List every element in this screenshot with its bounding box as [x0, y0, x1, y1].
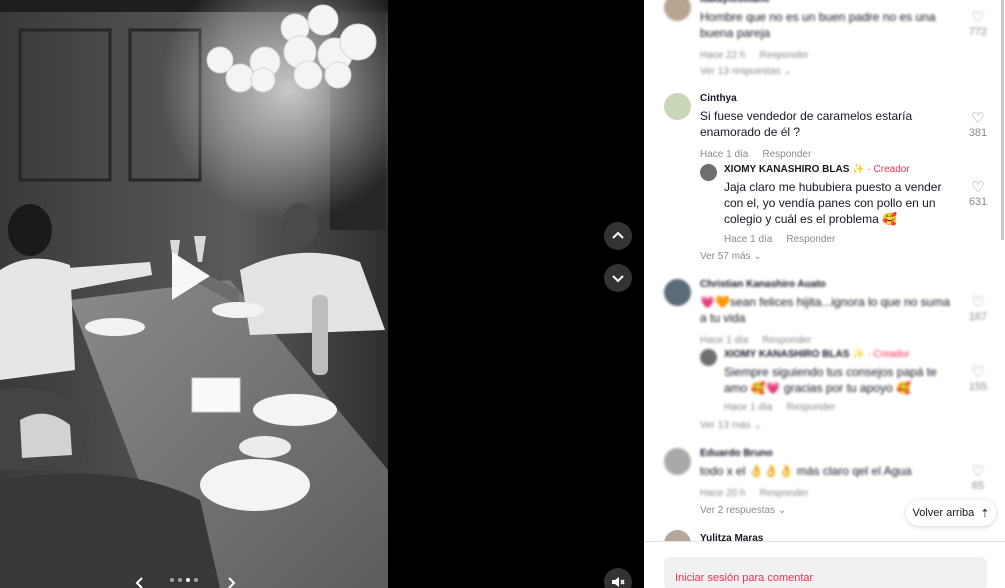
comment-text: todo x el 👌👌👌 más claro qel el Agua	[700, 464, 912, 478]
post-photo[interactable]	[0, 0, 388, 588]
like-count: 381	[968, 127, 988, 139]
scrollbar-thumb[interactable]	[1001, 0, 1004, 240]
mute-icon	[612, 577, 625, 587]
carousel-dot-active[interactable]	[186, 578, 190, 582]
chevron-left-icon[interactable]	[127, 571, 153, 588]
reply-button[interactable]: Responder	[760, 50, 809, 62]
like-button[interactable]: ♡ 155	[966, 364, 990, 394]
back-to-top-button[interactable]: Volver arriba ⇡	[906, 500, 996, 526]
previous-video-button[interactable]	[604, 222, 632, 250]
like-count: 631	[968, 196, 988, 208]
like-count: 167	[968, 311, 988, 323]
comment-time: Hace 20 h	[700, 488, 746, 499]
heart-icon: ♡	[971, 9, 985, 26]
view-replies-label: Ver 13 respuestas	[700, 66, 781, 77]
login-prompt-label: Iniciar sesión para comentar	[675, 572, 814, 584]
view-replies-label: Ver 2 respuestas	[700, 505, 776, 516]
avatar[interactable]	[664, 448, 691, 475]
comment-item: Cinthya Si fuese vendedor de caramelos e…	[664, 93, 994, 161]
chevron-down-icon: ⌄	[783, 66, 792, 77]
sparkle-icon: ✨	[852, 164, 865, 175]
comment-username[interactable]: Christian Kanashiro Auato	[700, 279, 956, 291]
comments-scrollbar[interactable]	[1000, 0, 1005, 588]
creator-name: XIOMY KANASHIRO BLAS	[724, 349, 850, 360]
reply-button[interactable]: Responder	[762, 149, 811, 161]
chevron-up-icon	[612, 231, 624, 239]
media-viewer	[0, 0, 644, 588]
creator-badge: · Creador	[867, 164, 910, 175]
comment-item: Eduardo Bruno todo x el 👌👌👌 más claro qe…	[664, 448, 994, 502]
arrow-up-icon: ⇡	[980, 507, 990, 520]
comment-time: Hace 1 día	[700, 149, 749, 160]
like-count: 65	[971, 480, 985, 492]
comment-item: Christian Kanashiro Auato 💗🧡sean felices…	[664, 279, 994, 347]
heart-icon: ♡	[971, 463, 985, 480]
creator-badge: · Creador	[867, 349, 910, 360]
chevron-down-icon: ⌄	[753, 420, 762, 431]
avatar[interactable]	[700, 164, 717, 181]
heart-icon: ♡	[971, 364, 985, 381]
reply-item: XIOMY KANASHIRO BLAS ✨ · Creador Siempre…	[700, 349, 994, 415]
view-more-label: Ver 57 más	[700, 251, 751, 262]
back-to-top-label: Volver arriba	[912, 507, 975, 519]
chevron-down-icon: ⌄	[753, 251, 762, 262]
reply-text: Jaja claro me hububiera puesto a vender …	[724, 180, 942, 226]
like-count: 772	[968, 26, 988, 38]
view-replies-button[interactable]: Ver 13 respuestas ⌄	[700, 66, 792, 77]
login-to-comment-button[interactable]: Iniciar sesión para comentar	[664, 557, 987, 588]
heart-icon: ♡	[971, 294, 985, 311]
comment-text: Hombre que no es un buen padre no es una…	[700, 10, 936, 40]
reply-username[interactable]: XIOMY KANASHIRO BLAS ✨ · Creador	[724, 349, 956, 361]
like-button[interactable]: ♡ 772	[966, 9, 990, 39]
comment-username[interactable]: Cinthya	[700, 93, 956, 105]
next-video-button[interactable]	[604, 264, 632, 292]
creator-name: XIOMY KANASHIRO BLAS	[724, 164, 850, 175]
reply-button[interactable]: Responder	[786, 402, 835, 414]
comment-text: 💗🧡sean felices hijita...ignora lo que no…	[700, 295, 951, 325]
chevron-down-icon	[612, 275, 624, 283]
carousel-dot[interactable]	[170, 578, 174, 582]
view-replies-button[interactable]: Ver 2 respuestas ⌄	[700, 505, 786, 516]
heart-icon: ♡	[971, 110, 985, 127]
reply-button[interactable]: Responder	[786, 234, 835, 246]
comment-username[interactable]: Eduardo Bruno	[700, 448, 956, 460]
reply-username[interactable]: XIOMY KANASHIRO BLAS ✨ · Creador	[724, 164, 956, 176]
mute-button[interactable]	[604, 568, 632, 588]
view-more-replies-button[interactable]: Ver 57 más ⌄	[700, 251, 762, 262]
reply-text: Siempre siguiendo tus consejos papá te a…	[724, 365, 937, 395]
comment-time: Hace 1 día	[700, 335, 749, 346]
comment-username[interactable]: itakaylosolano	[700, 0, 956, 6]
carousel-dot[interactable]	[178, 578, 182, 582]
comment-time: Hace 22 h	[700, 50, 746, 61]
reply-button[interactable]: Responder	[762, 335, 811, 347]
like-button[interactable]: ♡ 631	[966, 179, 990, 209]
reply-time: Hace 1 día	[724, 402, 773, 413]
reply-item: XIOMY KANASHIRO BLAS ✨ · Creador Jaja cl…	[700, 164, 994, 246]
like-button[interactable]: ♡ 167	[966, 294, 990, 324]
comment-footer: Iniciar sesión para comentar	[644, 541, 1005, 588]
avatar[interactable]	[664, 93, 691, 120]
like-button[interactable]: ♡ 381	[966, 110, 990, 140]
avatar[interactable]	[664, 0, 691, 21]
chevron-right-icon[interactable]	[218, 571, 244, 588]
avatar[interactable]	[700, 349, 717, 366]
play-icon[interactable]	[168, 250, 212, 302]
sparkle-icon: ✨	[852, 349, 865, 360]
avatar[interactable]	[664, 279, 691, 306]
like-count: 155	[968, 381, 988, 393]
reply-time: Hace 1 día	[724, 234, 773, 245]
like-button[interactable]: ♡ 65	[966, 463, 990, 493]
heart-icon: ♡	[971, 179, 985, 196]
chevron-down-icon: ⌄	[777, 505, 787, 516]
carousel-dot[interactable]	[194, 578, 198, 582]
comment-text: Si fuese vendedor de caramelos estaría e…	[700, 109, 913, 139]
view-more-label: Ver 13 más	[700, 420, 751, 431]
reply-button[interactable]: Responder	[760, 488, 809, 500]
view-more-replies-button[interactable]: Ver 13 más ⌄	[700, 420, 762, 431]
carousel-dots	[170, 578, 198, 582]
